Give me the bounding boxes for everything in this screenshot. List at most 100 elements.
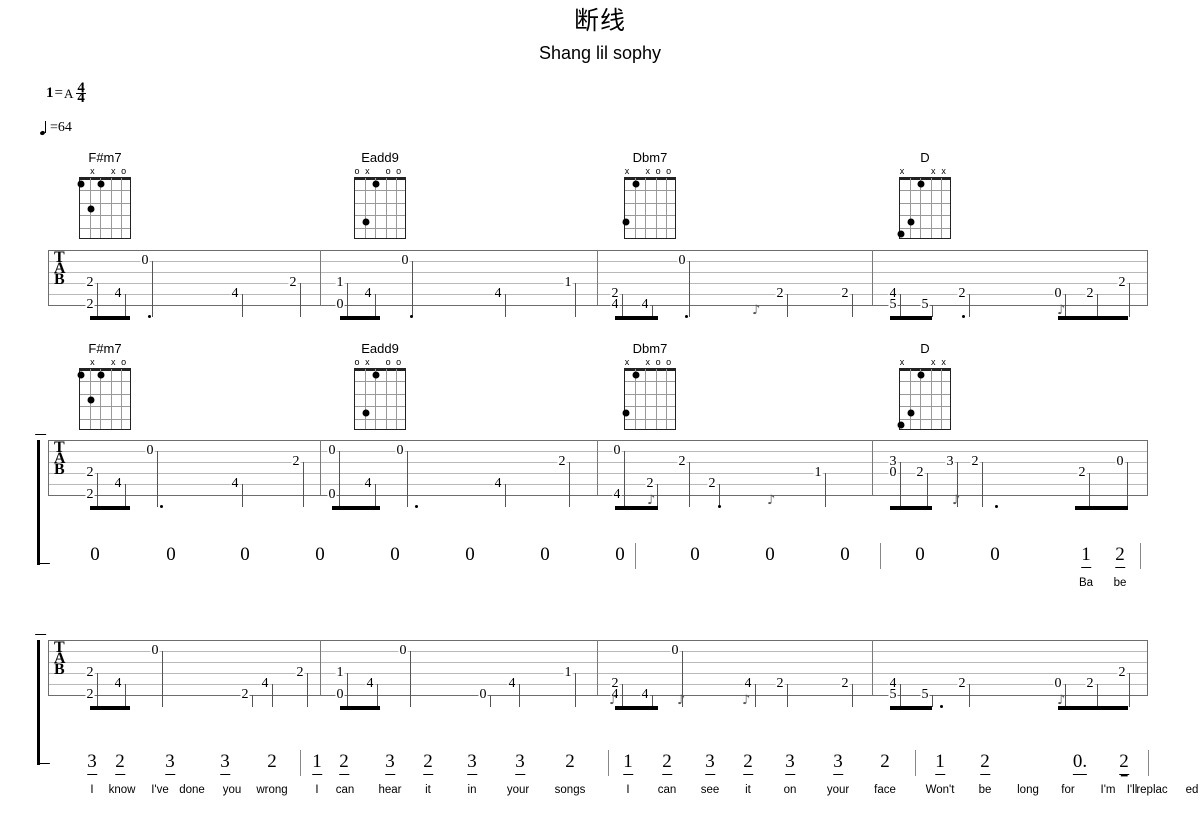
sheet-music-page: 断线 Shang lil sophy 1 = A 4 4 = 64 F#m7 x x… xyxy=(0,0,1200,831)
tab-note: 4 xyxy=(507,676,517,691)
tab-note: 3 xyxy=(945,454,955,469)
numbered-note: 0 xyxy=(540,544,550,565)
open-string-icon: o xyxy=(655,357,661,367)
chord-diagram-Dbm7: Dbm7 x x o o xyxy=(605,341,695,430)
numbered-row-1: 0 0 0 0 0 0 0 0 0 0 0 0 0 1 2 Ba be xyxy=(0,543,1200,591)
lyric-syllable: on xyxy=(783,784,797,796)
tab-note: 0 xyxy=(478,687,488,702)
note-beam xyxy=(90,316,130,320)
numbered-note: 0 xyxy=(315,544,325,565)
time-signature-denominator: 4 xyxy=(77,90,85,106)
quarter-note-icon xyxy=(39,120,49,136)
tempo-value: 64 xyxy=(57,120,72,135)
muted-string-icon: x xyxy=(930,357,936,367)
tab-staff: TAB0224242010404102444224552022 xyxy=(48,639,1148,707)
eighth-note-flag: ♪ xyxy=(752,303,761,318)
chord-string-markers: xxoo xyxy=(624,357,676,368)
chord-finger-dot xyxy=(907,218,915,226)
tab-clef: TAB xyxy=(54,639,66,678)
tab-note: 2 xyxy=(775,286,785,301)
chord-finger-dot xyxy=(87,205,95,213)
chord-string-markers: xxo xyxy=(79,166,131,177)
barline xyxy=(320,250,321,305)
chord-fretboard-grid xyxy=(622,177,676,239)
chord-string-markers: xxx xyxy=(899,166,951,177)
note-beam xyxy=(890,706,932,710)
chord-name-label: D xyxy=(920,150,930,165)
tab-note: 2 xyxy=(288,275,298,290)
tab-note: 1 xyxy=(813,465,823,480)
tab-note: 0 xyxy=(145,443,155,458)
tab-note: 4 xyxy=(640,687,650,702)
numbered-note: 2 xyxy=(267,751,277,772)
numbered-note: 0 xyxy=(615,544,625,565)
tab-note: 0 xyxy=(1115,454,1125,469)
numbered-note: 1 xyxy=(312,752,322,775)
tab-staff: TAB0224420004420422213023220 xyxy=(48,440,1148,507)
chord-finger-dot xyxy=(907,409,915,417)
page-title: 断线 xyxy=(573,6,626,35)
chord-finger-dot xyxy=(632,180,640,188)
lyric-syllable: hear xyxy=(378,784,402,796)
chord-diagram-Eadd9: Eadd9 o x o o xyxy=(335,150,425,239)
note-beam xyxy=(90,506,130,510)
tab-note: 2 xyxy=(1085,286,1095,301)
augmentation-dot xyxy=(410,315,413,318)
lyric-syllable: see xyxy=(700,784,720,796)
lyric-syllable: I xyxy=(626,784,630,796)
numbered-barline xyxy=(880,543,881,569)
numbered-barline xyxy=(1148,750,1149,776)
lyric-syllable: replac xyxy=(1136,784,1168,796)
barline xyxy=(320,640,321,695)
system-brace xyxy=(34,634,51,771)
eighth-note-flag: ♪ xyxy=(952,493,961,508)
tab-note: 2 xyxy=(775,676,785,691)
tab-note: 2 xyxy=(85,487,95,502)
tab-note: 2 xyxy=(85,687,95,702)
lyric-syllable: can xyxy=(335,784,355,796)
muted-string-icon: x xyxy=(110,166,116,176)
tab-note: 2 xyxy=(240,687,250,702)
numbered-note: 3 xyxy=(833,752,843,775)
lyric-syllable: it xyxy=(745,784,751,796)
tab-note: 4 xyxy=(493,476,503,491)
numbered-note: 1 xyxy=(623,752,633,775)
chord-string-markers: xxx xyxy=(899,357,951,368)
tab-note: 2 xyxy=(957,676,967,691)
chord-finger-dot xyxy=(917,371,925,379)
numbered-note: 2 xyxy=(743,752,753,775)
lyric-syllable: it xyxy=(425,784,431,796)
tab-note: 4 xyxy=(260,676,270,691)
tab-note: 2 xyxy=(915,465,925,480)
tab-note: 4 xyxy=(365,676,375,691)
numbered-note: 2 xyxy=(339,752,349,775)
chord-name-label: Dbm7 xyxy=(632,341,668,356)
tab-note: 2 xyxy=(957,286,967,301)
lyric-syllable: you xyxy=(222,784,242,796)
tab-note: 2 xyxy=(85,297,95,312)
chord-name-label: F#m7 xyxy=(88,150,122,165)
note-beam xyxy=(332,506,380,510)
tab-note: 5 xyxy=(920,297,930,312)
artist-subtitle: Shang lil sophy xyxy=(538,43,662,63)
tab-note: 2 xyxy=(85,465,95,480)
muted-string-icon: x xyxy=(90,166,95,176)
tab-note: 0 xyxy=(398,643,408,658)
augmentation-dot xyxy=(940,705,943,708)
tab-note: 5 xyxy=(920,687,930,702)
lyric-syllable: ed xyxy=(1185,784,1199,796)
augmentation-dot xyxy=(718,505,721,508)
muted-string-icon: x xyxy=(899,166,905,176)
tab-staff: TAB0224420104410244224552022 xyxy=(48,250,1148,317)
muted-string-icon: x xyxy=(624,166,630,176)
lyric-syllable: wrong xyxy=(256,784,288,796)
numbered-note: 0 xyxy=(765,544,775,565)
tab-note: 5 xyxy=(888,297,898,312)
open-string-icon: o xyxy=(354,357,360,367)
barline xyxy=(597,440,598,495)
chord-string-markers: xxo xyxy=(79,357,131,368)
eighth-note-flag: ♪ xyxy=(647,493,656,508)
lyric-syllable: I'm xyxy=(1100,784,1116,796)
tab-note: 2 xyxy=(291,454,301,469)
numbered-note: 0 xyxy=(90,544,100,565)
